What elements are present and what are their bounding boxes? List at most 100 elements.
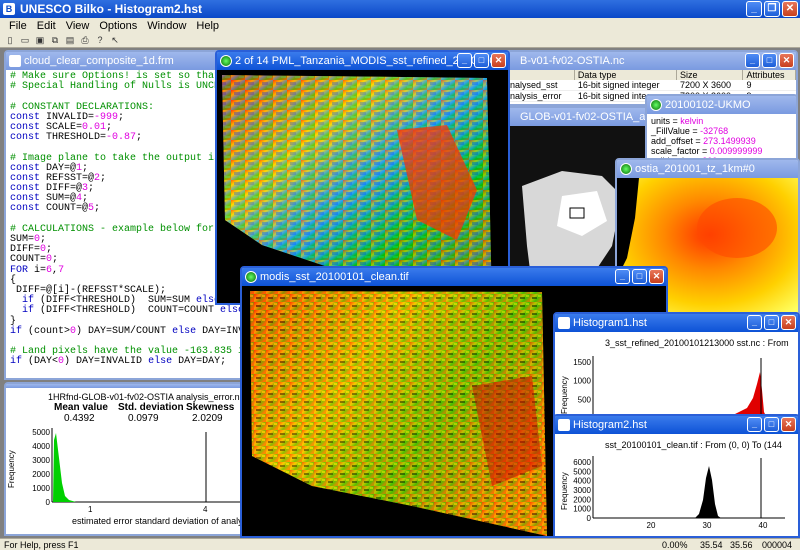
ostia-tz-titlebar[interactable]: ostia_201001_tz_1km#0: [617, 160, 798, 178]
menu-window[interactable]: Window: [142, 18, 191, 34]
histogram2-close-button[interactable]: ✕: [781, 417, 796, 432]
copy-icon[interactable]: ⧉: [49, 34, 61, 46]
cell-attributes: 9: [743, 80, 796, 91]
code-token: DAY=INVALID;: [202, 325, 242, 337]
y-tick-label: 0: [46, 498, 51, 507]
new-icon[interactable]: ▯: [4, 34, 16, 46]
y-tick-label: 4000: [32, 442, 50, 451]
col-header-name[interactable]: e: [502, 70, 575, 80]
code-token: ) DAY=SUM/COUNT: [76, 325, 173, 337]
app-minimize-button[interactable]: _: [746, 1, 762, 17]
histogram1-close-button[interactable]: ✕: [781, 315, 796, 330]
y-tick-label: 6000: [573, 458, 591, 467]
histogram1-maximize-button[interactable]: □: [764, 315, 779, 330]
netcdf-maximize-button[interactable]: □: [762, 53, 777, 68]
print-icon[interactable]: ⎙: [79, 34, 91, 46]
formula-editor[interactable]: # Make sure Options! is set so that the …: [6, 70, 242, 369]
menu-view[interactable]: View: [61, 18, 95, 34]
histogram1-bars: [593, 372, 767, 418]
menu-options[interactable]: Options: [94, 18, 142, 34]
histogram1-titlebar[interactable]: Histogram1.hst _ □ ✕: [555, 314, 798, 332]
menu-edit[interactable]: Edit: [32, 18, 61, 34]
code-token: if: [10, 356, 29, 368]
attribute-value: 0.009999999: [709, 146, 763, 156]
ostia-image-titlebar[interactable]: GLOB-v01-fv02-OSTIA_analysed_s: [502, 108, 648, 126]
save-icon[interactable]: ▣: [34, 34, 46, 46]
modis-close-button[interactable]: ✕: [649, 269, 664, 284]
stat-value-mean: 0.4392: [64, 413, 95, 424]
app-close-button[interactable]: ✕: [782, 1, 798, 17]
stat-label-std: Std. deviation: [118, 402, 184, 413]
histogram2-maximize-button[interactable]: □: [764, 417, 779, 432]
pml-close-button[interactable]: ✕: [491, 53, 506, 68]
netcdf-close-button[interactable]: ✕: [779, 53, 794, 68]
pml-maximize-button[interactable]: □: [474, 53, 489, 68]
error-histogram-bars: [53, 433, 76, 502]
pml-minimize-button[interactable]: _: [457, 53, 472, 68]
modis-minimize-button[interactable]: _: [615, 269, 630, 284]
pml-titlebar[interactable]: 2 of 14 PML_Tanzania_MODIS_sst_refined_2…: [217, 52, 508, 70]
status-value: 000004: [762, 540, 793, 550]
table-row[interactable]: analysed_sst 16-bit signed integer 7200 X …: [502, 80, 796, 91]
menu-file[interactable]: File: [4, 18, 32, 34]
app-restore-button[interactable]: ❐: [764, 1, 780, 17]
formula-window: cloud_clear_composite_1d.frm # Make sure…: [4, 50, 244, 380]
histogram2-window: Histogram2.hst _ □ ✕ sst_20100101_clean.ti…: [553, 414, 800, 538]
context-help-icon[interactable]: ↖: [109, 34, 121, 46]
x-tick-label: 30: [703, 521, 712, 530]
status-x: 35.54: [700, 540, 723, 550]
netcdf-window-titlebar[interactable]: B-v01-fv02-OSTIA.nc _ □ ✕: [502, 52, 796, 70]
error-histogram-xlabel: estimated error standard deviation of an…: [72, 516, 242, 526]
code-token: (DIFF<THRESHOLD) COUNT=COUNT: [40, 305, 221, 317]
x-tick-label: 40: [759, 521, 768, 530]
cell-name: analysed_sst: [502, 80, 575, 91]
histogram2-header: sst_20100101_clean.tif : From (0, 0) To …: [605, 440, 782, 450]
col-header-type[interactable]: Data type: [574, 70, 677, 80]
x-tick-label: 20: [647, 521, 656, 530]
app-titlebar: B UNESCO Bilko - Histogram2.hst _ ❐ ✕: [0, 0, 800, 18]
y-tick-label: 1000: [573, 377, 591, 386]
modis-title: modis_sst_20100101_clean.tif: [260, 271, 409, 283]
attribute-key: _FillValue =: [651, 126, 701, 136]
histogram1-minimize-button[interactable]: _: [747, 315, 762, 330]
error-histogram-window: 1HRfnd-GLOB-v01-fv02-OSTIA analysis_erro…: [4, 382, 244, 536]
y-tick-label: 5000: [32, 428, 50, 437]
code-token: THRESHOLD=: [46, 132, 107, 144]
status-help-text: For Help, press F1: [4, 540, 79, 550]
modis-titlebar[interactable]: modis_sst_20100101_clean.tif _ □ ✕: [242, 268, 666, 286]
attribute-line: _FillValue = -32768: [651, 126, 792, 136]
globe-icon: [245, 271, 257, 283]
globe-icon: [220, 55, 232, 67]
histogram2-bars: [695, 466, 721, 518]
cell-name: analysis_error: [502, 91, 575, 102]
globe-icon: [620, 163, 632, 175]
globe-icon: [650, 99, 662, 111]
histogram2-minimize-button[interactable]: _: [747, 417, 762, 432]
histogram2-titlebar[interactable]: Histogram2.hst _ □ ✕: [555, 416, 798, 434]
netcdf-minimize-button[interactable]: _: [745, 53, 760, 68]
ukmo-titlebar[interactable]: 20100102-UKMO: [647, 96, 796, 114]
col-header-size[interactable]: Size: [676, 70, 744, 80]
code-token: const: [10, 203, 47, 215]
attribute-line: scale_factor = 0.009999999: [651, 146, 792, 156]
paste-icon[interactable]: ▤: [64, 34, 76, 46]
code-token: ;: [136, 132, 143, 144]
open-icon[interactable]: ▭: [19, 34, 31, 46]
code-line: const COUNT=@5;: [10, 204, 238, 214]
code-token: ;: [100, 172, 107, 184]
y-tick-label: 1500: [573, 358, 591, 367]
col-header-attributes[interactable]: Attributes: [743, 70, 796, 80]
formula-window-titlebar[interactable]: cloud_clear_composite_1d.frm: [6, 52, 242, 70]
cell-size: 7200 X 3600: [676, 80, 744, 91]
histogram2-chart: sst_20100101_clean.tif : From (0, 0) To …: [560, 440, 785, 530]
y-tick-label: 1000: [573, 505, 591, 514]
y-tick-label: 2000: [32, 470, 50, 479]
stat-value-std: 0.0979: [128, 413, 159, 424]
error-xtick-1: 1: [88, 505, 93, 514]
help-icon[interactable]: ?: [94, 34, 106, 46]
modis-maximize-button[interactable]: □: [632, 269, 647, 284]
y-tick-label: 3000: [32, 456, 50, 465]
y-tick-label: 4000: [573, 477, 591, 486]
code-token: (DAY<: [28, 356, 59, 368]
menu-help[interactable]: Help: [191, 18, 224, 34]
